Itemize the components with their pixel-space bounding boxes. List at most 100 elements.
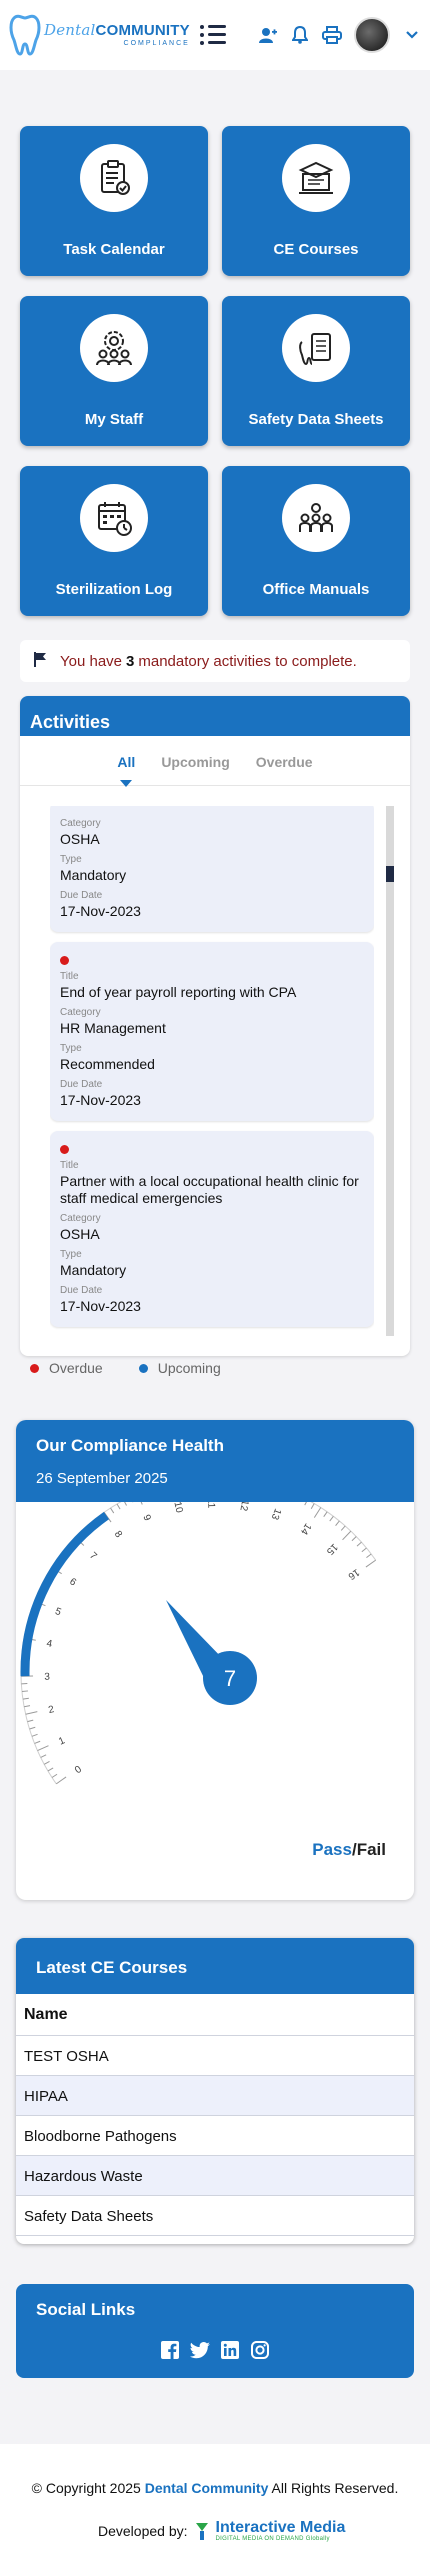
activity-card[interactable]: Category OSHA Type Mandatory Due Date 17… (50, 806, 374, 932)
legend-dot (30, 1363, 39, 1373)
due-label: Due Date (60, 1079, 103, 1090)
title-label: Title (60, 971, 79, 982)
tile-task-calendar[interactable]: Task Calendar (20, 126, 208, 276)
notice-count: 3 (126, 652, 135, 670)
bell-icon[interactable] (290, 25, 310, 45)
gauge-tick (31, 1733, 38, 1737)
tile-label: My Staff (84, 411, 144, 428)
instagram-icon[interactable] (250, 2340, 270, 2360)
scrollbar-thumb[interactable] (386, 866, 394, 882)
gauge-tick-label: 1 (57, 1735, 67, 1747)
gauge-tick (329, 1515, 334, 1522)
gauge-tick (110, 1507, 115, 1514)
legend-dot (138, 1363, 148, 1373)
ce-column-header: Name (16, 1994, 414, 2036)
footer-brand-link[interactable]: Dental Community (145, 2480, 269, 2496)
gauge-tick (310, 1503, 315, 1509)
title-label: Title (60, 1160, 79, 1171)
activity-due: 17-Nov-2023 (60, 1298, 141, 1314)
compliance-health-card: Our Compliance Health 26 September 2025 … (16, 1420, 414, 1900)
activities-scrollbar[interactable] (386, 806, 394, 1336)
activities-list[interactable]: Category OSHA Type Mandatory Due Date 17… (50, 806, 374, 1336)
team-icon (282, 484, 350, 552)
tooth-logo-icon (8, 12, 42, 58)
overdue-dot (60, 956, 69, 965)
gauge-tick (351, 1536, 357, 1542)
type-label: Type (60, 1249, 82, 1260)
ce-row[interactable]: Hazardous Waste (16, 2156, 414, 2196)
printer-icon[interactable] (322, 25, 342, 45)
gauge-tick (21, 1690, 29, 1693)
gauge-tick (47, 1767, 54, 1772)
ce-row[interactable]: TEST OSHA (16, 2036, 414, 2076)
activities-legend: Overdue Upcoming (30, 1360, 221, 1376)
tile-label: Office Manuals (262, 581, 370, 598)
overdue-dot (60, 1145, 69, 1154)
gauge-tick (55, 1776, 67, 1785)
activity-type: Recommended (60, 1056, 155, 1072)
tile-label: CE Courses (273, 241, 359, 258)
tile-sterilization-log[interactable]: Sterilization Log (20, 466, 208, 616)
dev-tagline: DIGITAL MEDIA ON DEMAND Globally (215, 2536, 330, 2542)
chevron-down-icon[interactable] (402, 25, 422, 45)
health-title: Our Compliance Health (36, 1436, 224, 1455)
gauge-tick (342, 1530, 352, 1541)
footer: © Copyright 2025 Dental Community All Ri… (0, 2444, 430, 2558)
legend-label: Overdue (49, 1360, 103, 1376)
activity-category: OSHA (60, 1226, 100, 1242)
gauge-tick (22, 1697, 29, 1700)
gauge-tick (27, 1719, 34, 1723)
gauge-tick (140, 1502, 143, 1505)
gauge-tick (365, 1559, 377, 1568)
gauge-tick (25, 1711, 38, 1715)
developed-by: Developed by: Interactive Media DIGITAL … (98, 2519, 346, 2543)
category-label: Category (60, 818, 101, 829)
activities-title: Activities (20, 696, 410, 736)
menu-icon[interactable] (199, 24, 226, 46)
gauge-tick-label: 8 (112, 1529, 124, 1540)
dashboard-tiles: Task Calendar CE Courses My Staff Safety… (20, 126, 410, 616)
tile-safety-data-sheets[interactable]: Safety Data Sheets (222, 296, 410, 446)
interactive-media-link[interactable]: Interactive Media DIGITAL MEDIA ON DEMAN… (215, 2519, 346, 2543)
gauge-tick (34, 1740, 41, 1744)
gauge-tick-label: 16 (346, 1566, 362, 1582)
activity-due: 17-Nov-2023 (60, 903, 141, 919)
tab-overdue[interactable]: Overdue (256, 754, 313, 785)
activity-card[interactable]: Title End of year payroll reporting with… (50, 942, 374, 1121)
gauge-tick-label: 0 (73, 1764, 84, 1776)
clipboard-check-icon (80, 144, 148, 212)
tile-label: Sterilization Log (55, 581, 173, 598)
activity-card[interactable]: Title Partner with a local occupational … (50, 1131, 374, 1327)
activity-title: End of year payroll reporting with CPA (60, 984, 297, 1000)
gauge-tick (43, 1761, 50, 1765)
tab-all[interactable]: All (117, 754, 135, 787)
facebook-icon[interactable] (160, 2340, 180, 2360)
certificate-monitor-icon (282, 144, 350, 212)
ce-row[interactable]: Safety Data Sheets (16, 2196, 414, 2236)
gauge-tick-label: 10 (171, 1502, 184, 1514)
ce-row[interactable]: Bloodborne Pathogens (16, 2116, 414, 2156)
logo[interactable]: DentalCOMMUNITY COMPLIANCE (8, 10, 190, 60)
tile-ce-courses[interactable]: CE Courses (222, 126, 410, 276)
tile-my-staff[interactable]: My Staff (20, 296, 208, 446)
activity-type: Mandatory (60, 1262, 127, 1278)
add-user-icon[interactable] (258, 25, 278, 45)
gauge-tick-label: 2 (47, 1704, 55, 1716)
dev-name: Interactive Media (215, 2519, 346, 2536)
gauge-tick-label: 3 (44, 1672, 50, 1683)
linkedin-icon[interactable] (220, 2340, 240, 2360)
tab-upcoming[interactable]: Upcoming (161, 754, 229, 785)
avatar[interactable] (354, 17, 390, 53)
type-label: Type (60, 1043, 82, 1054)
ce-row[interactable]: HIPAA (16, 2076, 414, 2116)
logo-word: COMMUNITY (95, 22, 190, 39)
ce-title: Latest CE Courses (16, 1938, 414, 1994)
gauge-tick (51, 1773, 58, 1778)
due-label: Due Date (60, 890, 103, 901)
gauge-tick (366, 1553, 372, 1558)
twitter-icon[interactable] (190, 2340, 210, 2360)
tile-office-manuals[interactable]: Office Manuals (222, 466, 410, 616)
activities-tabs: All Upcoming Overdue (20, 736, 410, 787)
gauge-tick (335, 1520, 340, 1526)
calendar-log-icon (80, 484, 148, 552)
